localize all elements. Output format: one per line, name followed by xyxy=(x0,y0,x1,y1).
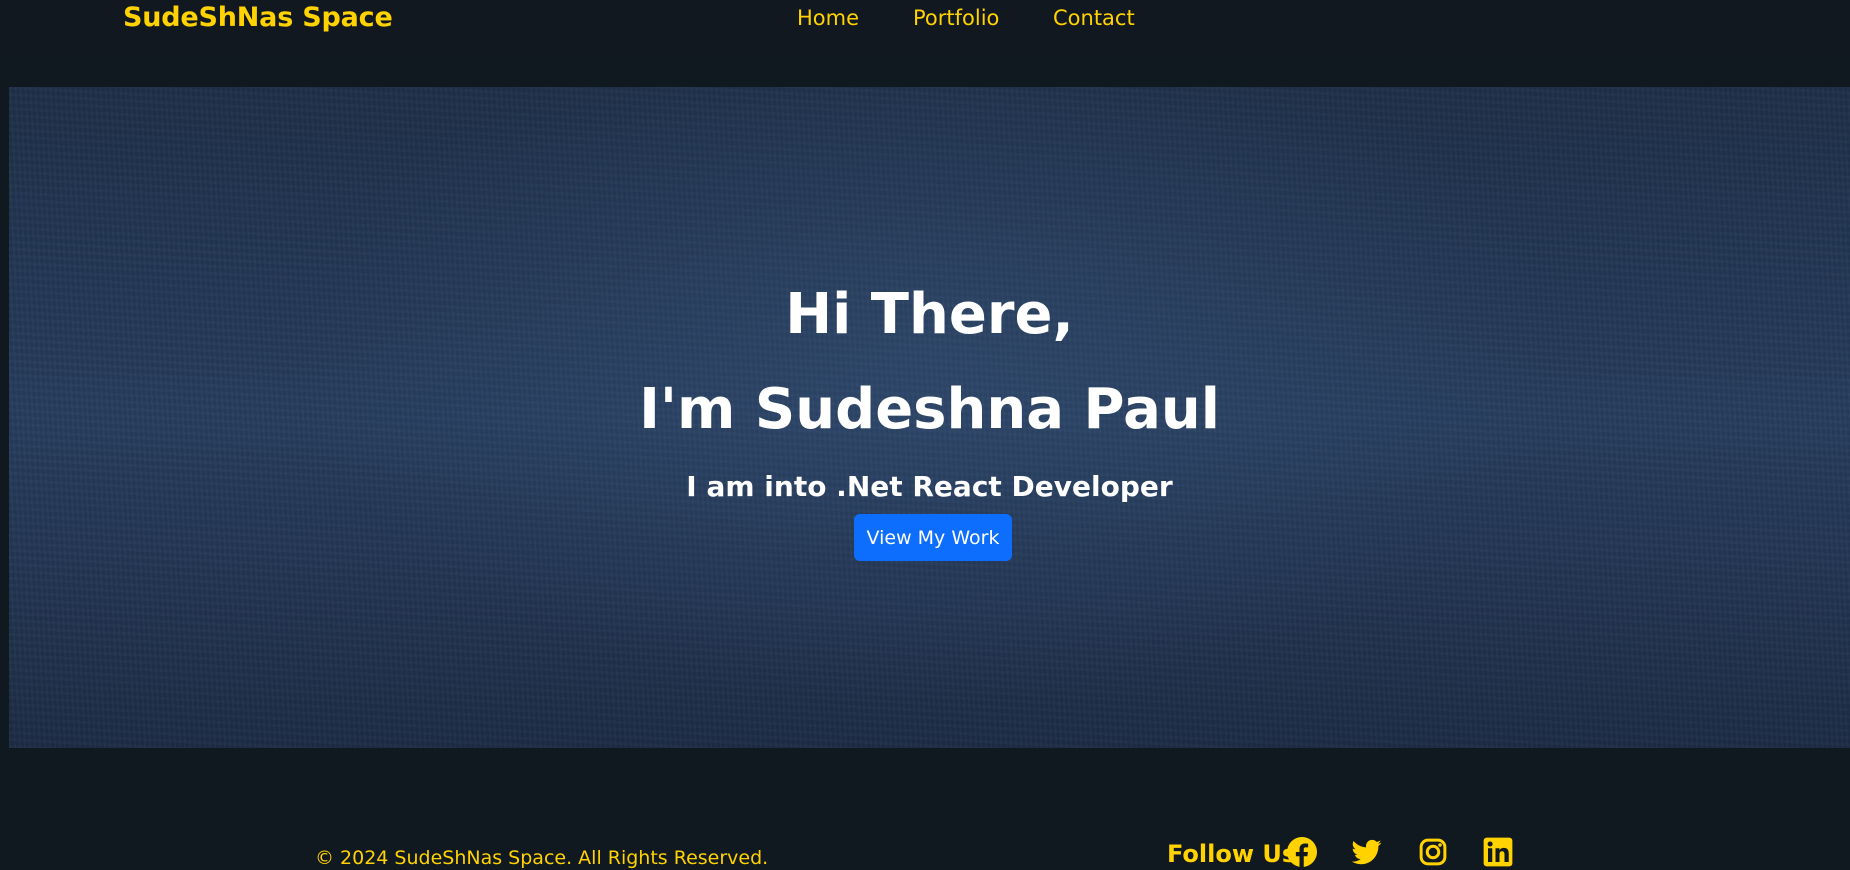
hero-tagline: I am into .Net React Developer xyxy=(686,470,1173,503)
hero-greeting: Hi There, xyxy=(785,282,1074,347)
instagram-icon[interactable] xyxy=(1418,837,1450,869)
nav-link-contact[interactable]: Contact xyxy=(1053,6,1135,30)
nav-link-home[interactable]: Home xyxy=(797,6,859,30)
twitter-icon[interactable] xyxy=(1352,837,1384,869)
hero-name: I'm Sudeshna Paul xyxy=(639,377,1220,442)
brand-logo[interactable]: SudeShNas Space xyxy=(123,2,393,33)
navbar: SudeShNas Space Home Portfolio Contact xyxy=(0,0,1850,56)
hero-section: Hi There, I'm Sudeshna Paul I am into .N… xyxy=(9,87,1850,748)
nav-link-portfolio[interactable]: Portfolio xyxy=(913,6,999,30)
facebook-icon[interactable] xyxy=(1287,837,1319,869)
copyright-text: © 2024 SudeShNas Space. All Rights Reser… xyxy=(315,847,769,869)
linkedin-icon[interactable] xyxy=(1483,837,1515,869)
follow-us-label: Follow Us xyxy=(1167,840,1297,868)
view-my-work-button[interactable]: View My Work xyxy=(854,514,1012,561)
